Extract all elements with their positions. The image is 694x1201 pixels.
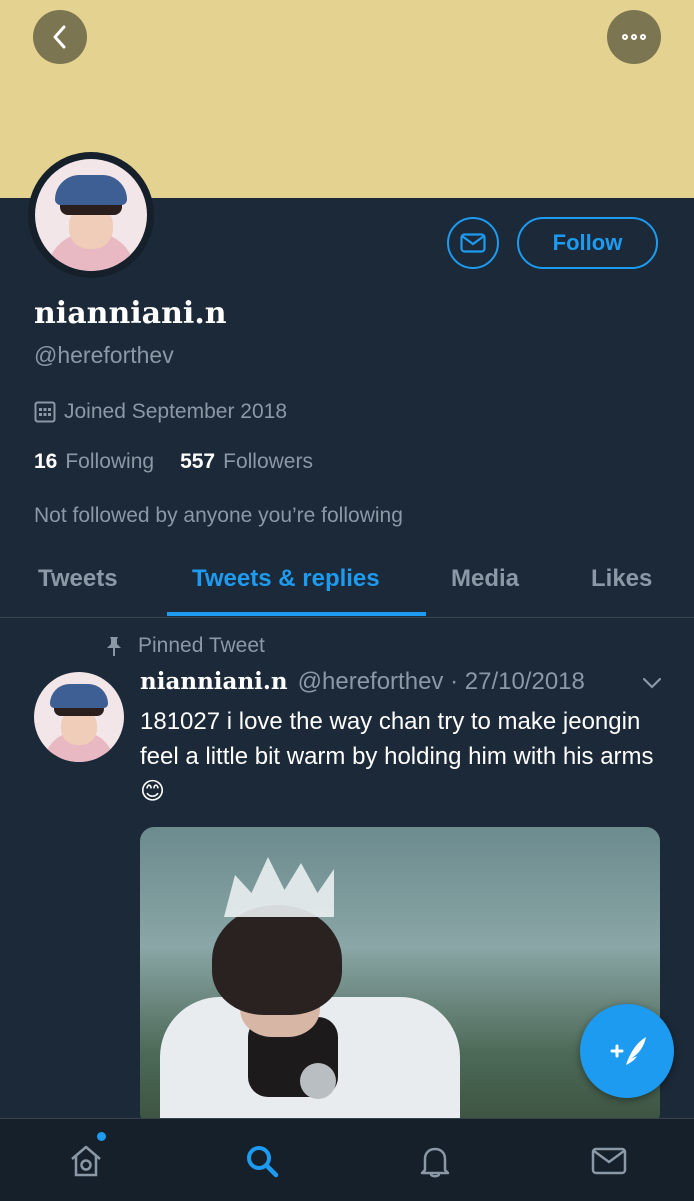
pinned-label: Pinned Tweet	[138, 634, 265, 657]
tab-media[interactable]: Media	[451, 565, 519, 593]
following-label[interactable]: Following	[65, 450, 154, 474]
avatar-image	[35, 159, 147, 271]
bottom-tab-bar	[0, 1118, 694, 1201]
chevron-down-icon	[642, 677, 662, 689]
home-icon	[71, 1145, 101, 1177]
tweet-author-name[interactable]: nianniani.n	[140, 668, 288, 695]
more-options-button[interactable]	[607, 10, 661, 64]
envelope-icon	[460, 233, 486, 253]
profile-avatar[interactable]	[28, 152, 154, 278]
tweet-header: nianniani.n @hereforthev · 27/10/2018	[140, 668, 585, 696]
follow-button[interactable]: Follow	[517, 217, 658, 269]
notifications-icon	[420, 1147, 450, 1178]
chevron-left-icon	[53, 25, 66, 49]
tab-tweets-replies[interactable]: Tweets & replies	[192, 565, 380, 593]
messages-icon	[591, 1147, 627, 1175]
home-tab[interactable]	[66, 1141, 106, 1181]
pin-icon	[107, 637, 121, 656]
profile-handle: @hereforthev	[34, 342, 174, 368]
search-icon	[247, 1146, 279, 1178]
tweet-text: 181027 i love the way chan try to make j…	[140, 708, 654, 805]
pinned-indicator: Pinned Tweet	[104, 634, 265, 658]
notifications-tab[interactable]	[415, 1141, 455, 1181]
tweet-menu-button[interactable]	[641, 676, 663, 695]
following-count[interactable]: 16	[34, 450, 57, 474]
followers-count[interactable]: 557	[180, 450, 215, 474]
joined-date: Joined September 2018	[34, 400, 287, 424]
tweet-date: 27/10/2018	[464, 668, 585, 695]
profile-tabs: Tweets Tweets & replies Media Likes	[0, 555, 694, 618]
calendar-icon	[34, 401, 56, 423]
home-new-content-dot	[97, 1132, 106, 1141]
back-button[interactable]	[33, 10, 87, 64]
active-tab-indicator	[167, 612, 426, 616]
compose-tweet-button[interactable]	[580, 1004, 674, 1098]
tweet-separator: ·	[443, 668, 465, 695]
search-tab[interactable]	[242, 1141, 282, 1181]
tweet-media-image[interactable]	[140, 827, 660, 1127]
follow-stats: 16 Following 557 Followers	[34, 450, 313, 474]
message-button[interactable]	[447, 217, 499, 269]
messages-tab[interactable]	[589, 1141, 629, 1181]
compose-feather-icon	[610, 1037, 646, 1065]
more-dots-icon	[622, 34, 646, 40]
followers-label[interactable]: Followers	[223, 450, 313, 474]
profile-display-name: nianniani.n	[34, 296, 227, 331]
tweet-author-handle: @hereforthev	[297, 668, 444, 695]
tweet-avatar[interactable]	[34, 672, 124, 762]
followed-by-text: Not followed by anyone you’re following	[34, 504, 403, 527]
tab-likes[interactable]: Likes	[591, 565, 652, 593]
joined-label: Joined September 2018	[64, 400, 287, 423]
tab-tweets[interactable]: Tweets	[38, 565, 118, 593]
